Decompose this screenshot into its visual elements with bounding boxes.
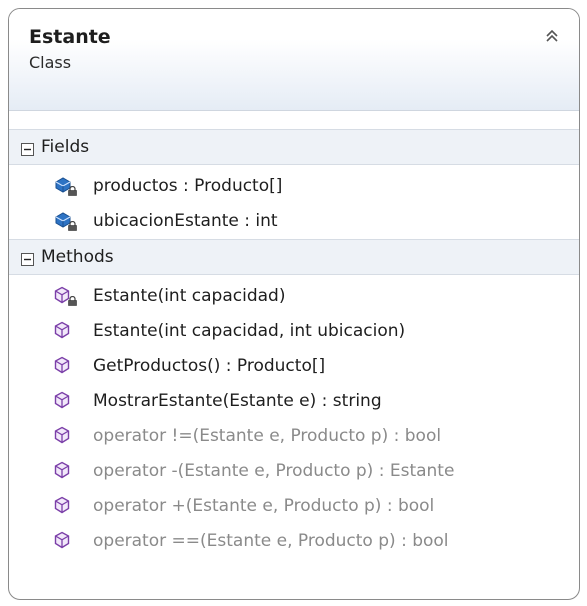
member-label: MostrarEstante(Estante e) : string: [93, 390, 382, 411]
fields-section-title: Fields: [41, 137, 90, 157]
class-name: Estante: [29, 26, 111, 48]
member-label: operator +(Estante e, Producto p) : bool: [93, 495, 435, 516]
collapse-toggle-icon[interactable]: [21, 251, 34, 266]
member-label: operator !=(Estante e, Producto p) : boo…: [93, 425, 442, 446]
method-icon: [53, 355, 79, 377]
method-icon: [53, 530, 79, 552]
collapse-chevron-icon[interactable]: [541, 25, 563, 47]
member-label: productos : Producto[]: [93, 175, 283, 196]
member-label: Estante(int capacidad, int ubicacion): [93, 320, 406, 341]
member-row[interactable]: operator ==(Estante e, Producto p) : boo…: [9, 523, 579, 558]
method-icon: [53, 320, 79, 342]
member-row[interactable]: operator -(Estante e, Producto p) : Esta…: [9, 453, 579, 488]
fields-list: productos : Producto[] ubicacionEstante :…: [9, 165, 579, 239]
member-row[interactable]: Estante(int capacidad): [9, 278, 579, 313]
member-row[interactable]: ubicacionEstante : int: [9, 203, 579, 238]
methods-list: Estante(int capacidad) Estante(int capaci…: [9, 275, 579, 558]
member-label: ubicacionEstante : int: [93, 210, 278, 231]
methods-section-header[interactable]: Methods: [9, 239, 579, 275]
private-field-icon: [53, 175, 79, 197]
member-row[interactable]: productos : Producto[]: [9, 168, 579, 203]
member-label: GetProductos() : Producto[]: [93, 355, 326, 376]
method-icon: [53, 460, 79, 482]
member-row[interactable]: GetProductos() : Producto[]: [9, 348, 579, 383]
member-label: Estante(int capacidad): [93, 285, 286, 306]
class-header: Estante Class: [9, 9, 579, 111]
member-row[interactable]: MostrarEstante(Estante e) : string: [9, 383, 579, 418]
class-diagram-card: Estante Class Fields productos : Product…: [8, 8, 580, 600]
member-label: operator ==(Estante e, Producto p) : boo…: [93, 530, 449, 551]
methods-section-title: Methods: [41, 247, 114, 267]
private-field-icon: [53, 210, 79, 232]
fields-section-header[interactable]: Fields: [9, 129, 579, 165]
collapse-toggle-icon[interactable]: [21, 141, 34, 156]
member-row[interactable]: operator !=(Estante e, Producto p) : boo…: [9, 418, 579, 453]
member-row[interactable]: operator +(Estante e, Producto p) : bool: [9, 488, 579, 523]
method-icon: [53, 495, 79, 517]
method-icon: [53, 425, 79, 447]
private-method-icon: [53, 285, 79, 307]
member-row[interactable]: Estante(int capacidad, int ubicacion): [9, 313, 579, 348]
class-kind: Class: [29, 53, 72, 72]
member-label: operator -(Estante e, Producto p) : Esta…: [93, 460, 455, 481]
method-icon: [53, 390, 79, 412]
